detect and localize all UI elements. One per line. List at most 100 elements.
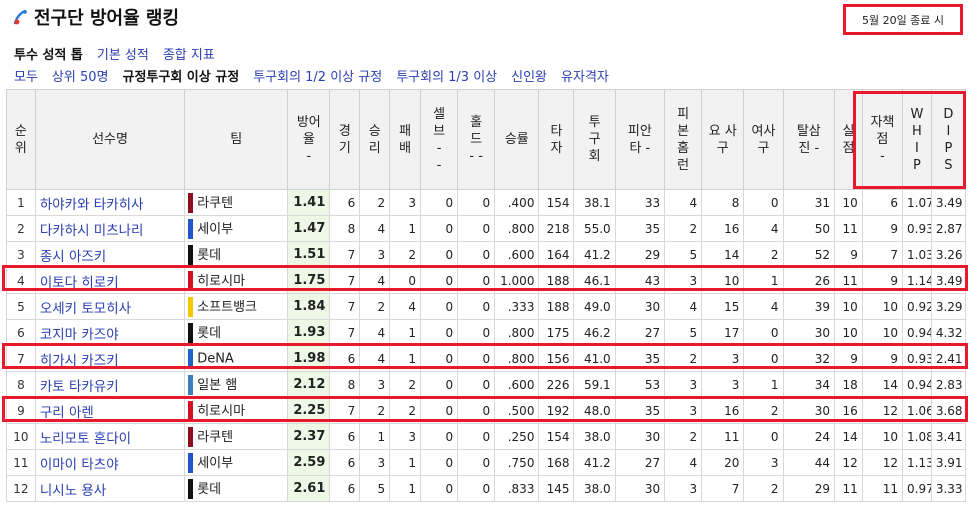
cell-er: 10: [861, 423, 904, 450]
cell-hr: 3: [664, 371, 703, 398]
cell-era: 1.98: [287, 345, 331, 372]
cell-bf: 188: [538, 293, 575, 320]
cell-r: 16: [834, 397, 863, 424]
cell-era: 2.25: [287, 397, 331, 424]
cell-dips: 2.83: [930, 371, 967, 398]
cell-hld: 0: [457, 293, 496, 320]
player-name-link[interactable]: 코지마 카즈야: [34, 319, 186, 346]
team-cell: 라쿠텐: [184, 423, 289, 450]
filter-tab-2[interactable]: 규정투구회 이상 규정: [122, 66, 239, 85]
cell-era: 2.12: [287, 371, 331, 398]
cell-rank: 8: [6, 371, 36, 398]
player-name-link[interactable]: 종시 아즈키: [34, 241, 186, 268]
nav-tab-0[interactable]: 투수 성적 톱: [14, 44, 83, 63]
cell-pct: .800: [494, 319, 540, 346]
column-header-9[interactable]: 승률: [494, 89, 540, 190]
filter-tab-3[interactable]: 투구회의 1/2 이상 규정: [253, 66, 382, 85]
cell-bb: 7: [701, 475, 745, 502]
cell-g: 8: [329, 215, 361, 242]
player-name-link[interactable]: 노리모토 혼다이: [34, 423, 186, 450]
cell-bb: 3: [701, 371, 745, 398]
cell-g: 7: [329, 241, 361, 268]
cell-g: 6: [329, 475, 361, 502]
cell-bf: 226: [538, 371, 575, 398]
column-header-20[interactable]: D I P S: [930, 89, 967, 190]
cell-ip: 46.1: [573, 267, 616, 294]
cell-so: 34: [782, 371, 836, 398]
filter-tab-6[interactable]: 유자격자: [561, 66, 609, 85]
column-header-2[interactable]: 팀: [184, 89, 289, 190]
column-header-5[interactable]: 승 리: [359, 89, 391, 190]
player-name-link[interactable]: 카토 타카유키: [34, 371, 186, 398]
filter-tab-4[interactable]: 투구회의 1/3 이상: [396, 66, 497, 85]
column-header-12[interactable]: 피안 타 -: [614, 89, 666, 190]
cell-l: 1: [389, 319, 422, 346]
player-name-link[interactable]: 이토다 히로키: [34, 267, 186, 294]
team-color-bar: [188, 193, 194, 214]
column-header-18[interactable]: 자책 점 -: [861, 89, 904, 190]
filter-tab-1[interactable]: 상위 50명: [52, 66, 109, 85]
cell-r: 9: [834, 345, 863, 372]
player-name-link[interactable]: 이마이 타츠야: [34, 449, 186, 476]
column-header-11[interactable]: 투 구 회: [573, 89, 616, 190]
cell-pct: .750: [494, 449, 540, 476]
cell-bb: 11: [701, 423, 745, 450]
cell-bb: 17: [701, 319, 745, 346]
filter-tab-0[interactable]: 모두: [14, 66, 38, 85]
filter-tab-5[interactable]: 신인왕: [511, 66, 547, 85]
nav-tab-1[interactable]: 기본 성적: [97, 44, 149, 63]
cell-h: 43: [614, 267, 666, 294]
cell-hr: 2: [664, 345, 703, 372]
player-name-link[interactable]: 구리 아렌: [34, 397, 186, 424]
cell-hld: 0: [457, 449, 496, 476]
column-header-13[interactable]: 피 본 홈 런: [664, 89, 703, 190]
cell-pct: .600: [494, 241, 540, 268]
column-header-8[interactable]: 홀 드 - -: [457, 89, 496, 190]
team-cell: 롯데: [184, 319, 289, 346]
column-header-15[interactable]: 여사 구: [743, 89, 784, 190]
column-header-16[interactable]: 탈삼 진 -: [782, 89, 836, 190]
column-header-14[interactable]: 요 사 구: [701, 89, 745, 190]
cell-whip: 0.93: [902, 215, 932, 242]
cell-dips: 3.33: [930, 475, 967, 502]
cell-rank: 9: [6, 397, 36, 424]
column-header-1[interactable]: 선수명: [34, 89, 186, 190]
column-header-4[interactable]: 경 기: [329, 89, 361, 190]
cell-so: 32: [782, 345, 836, 372]
player-name-link[interactable]: 오세키 토모히사: [34, 293, 186, 320]
player-name-link[interactable]: 하야카와 타카히사: [34, 189, 186, 216]
column-header-6[interactable]: 패 배: [389, 89, 422, 190]
cell-r: 11: [834, 475, 863, 502]
cell-l: 1: [389, 345, 422, 372]
cell-era: 1.47: [287, 215, 331, 242]
cell-h: 30: [614, 475, 666, 502]
player-name-link[interactable]: 니시노 용사: [34, 475, 186, 502]
cell-g: 6: [329, 345, 361, 372]
column-header-10[interactable]: 타 자: [538, 89, 575, 190]
cell-w: 4: [359, 319, 391, 346]
team-cell: 히로시마: [184, 267, 289, 294]
cell-h: 27: [614, 449, 666, 476]
cell-w: 3: [359, 449, 391, 476]
cell-sv: 0: [420, 267, 459, 294]
cell-pct: .800: [494, 345, 540, 372]
cell-er: 10: [861, 293, 904, 320]
cell-l: 4: [389, 293, 422, 320]
player-name-link[interactable]: 다카하시 미츠나리: [34, 215, 186, 242]
cell-ip: 38.0: [573, 475, 616, 502]
team-cell: 롯데: [184, 241, 289, 268]
nav-tab-2[interactable]: 종합 지표: [163, 44, 215, 63]
column-header-17[interactable]: 실 점: [834, 89, 863, 190]
player-name-link[interactable]: 히가시 카즈키: [34, 345, 186, 372]
table-row: 11 이마이 타츠야 세이부 2.59 6 3 1 0 0.750 168 41.2 27 4 20 3 44…: [6, 449, 967, 476]
column-header-0[interactable]: 순 위: [6, 89, 36, 190]
column-header-3[interactable]: 방어 율 -: [287, 89, 331, 190]
cell-so: 52: [782, 241, 836, 268]
cell-hbp: 0: [743, 423, 784, 450]
cell-h: 35: [614, 397, 666, 424]
column-header-7[interactable]: 셀 브 - -: [420, 89, 459, 190]
cell-er: 9: [861, 267, 904, 294]
column-header-19[interactable]: W H I P: [902, 89, 932, 190]
cell-ip: 49.0: [573, 293, 616, 320]
cell-ip: 48.0: [573, 397, 616, 424]
